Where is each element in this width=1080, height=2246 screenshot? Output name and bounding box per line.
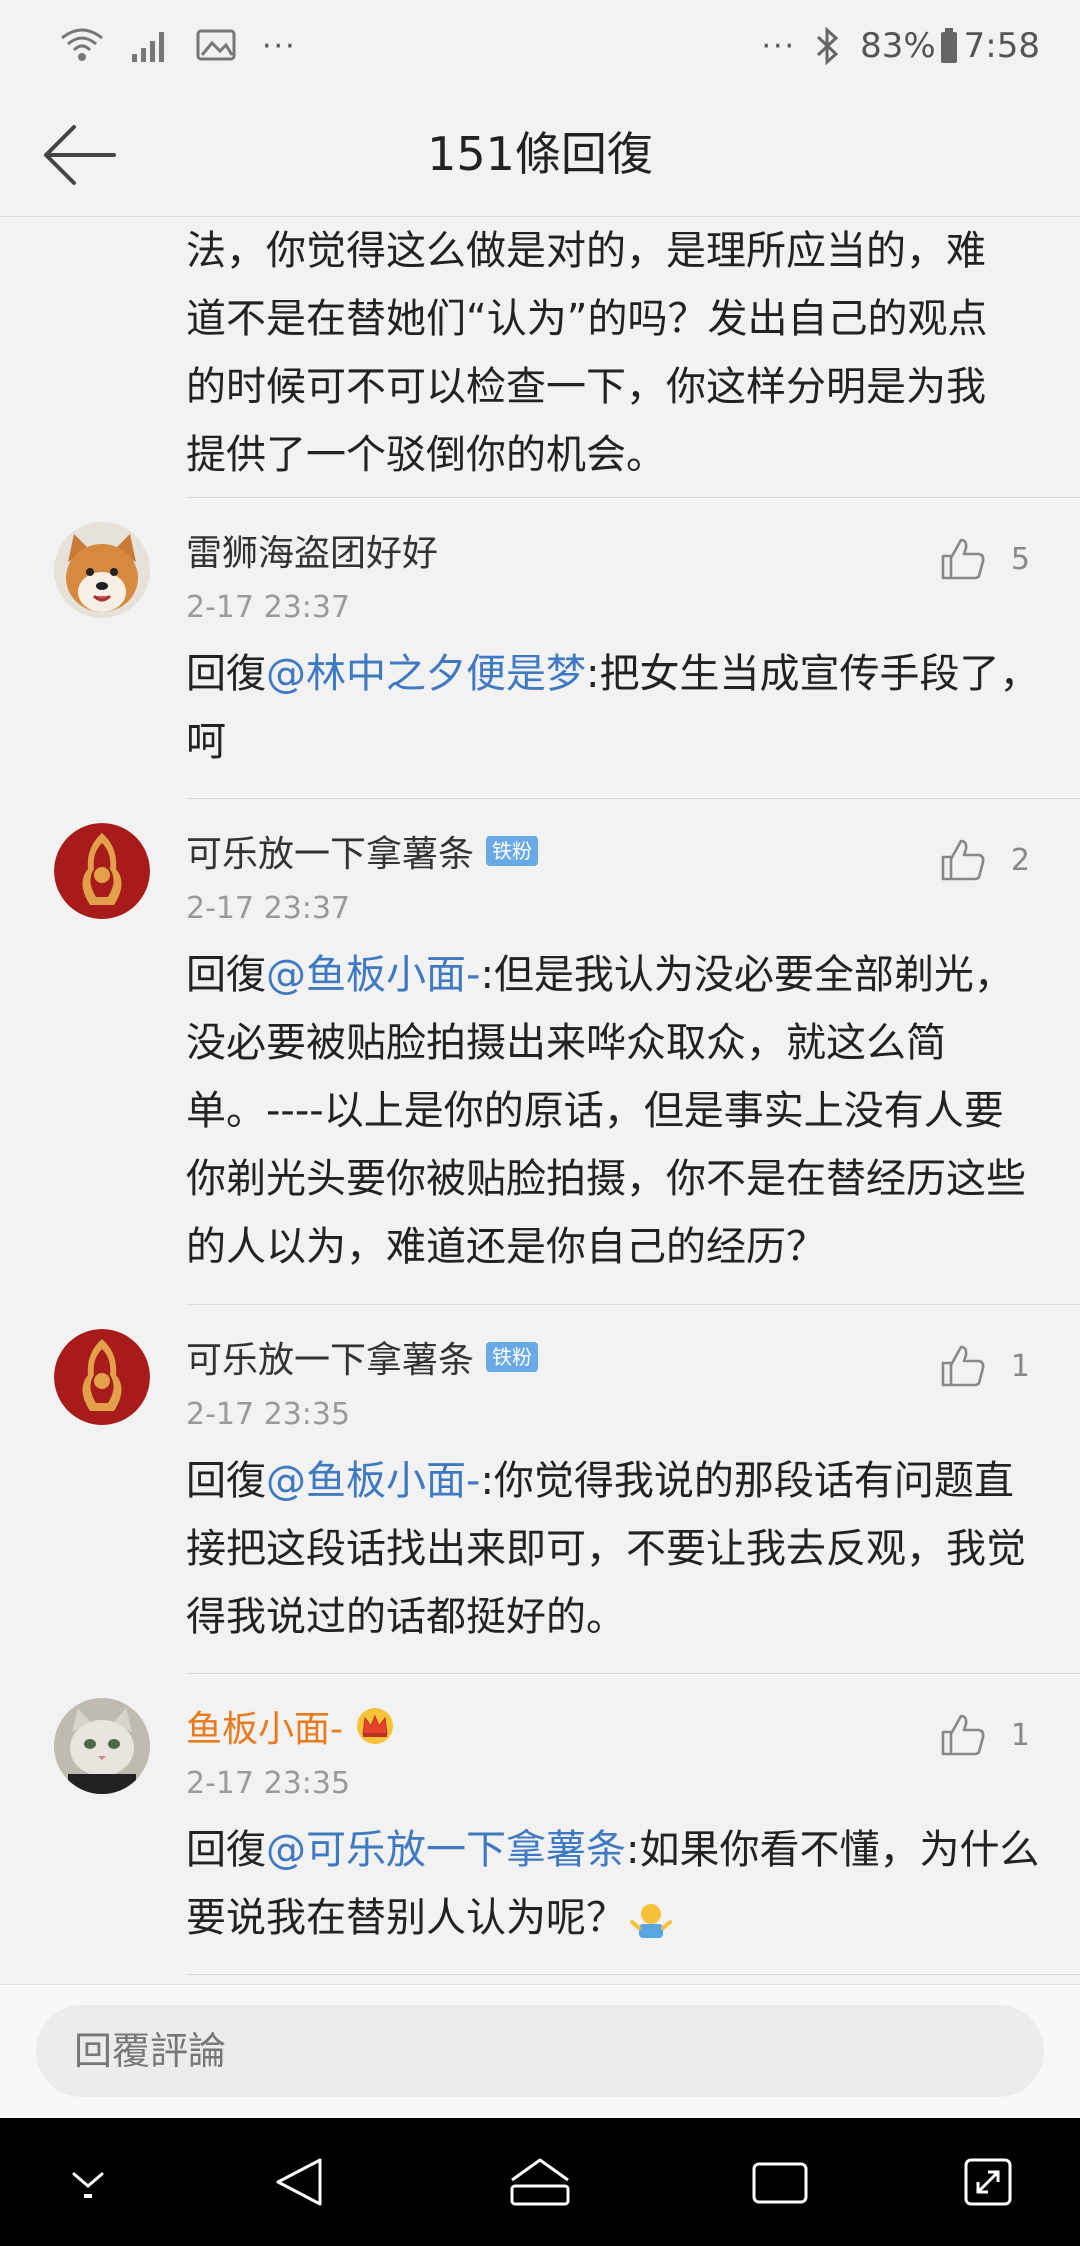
status-right: ··· 83% 7:58 <box>761 22 1040 70</box>
recents-nav-icon[interactable] <box>750 2158 810 2208</box>
comment-list[interactable]: 法，你觉得这么做是对的，是理所应当的，难 道不是在替她们“认为”的吗？发出自己的… <box>0 217 1080 1975</box>
thumbs-up-icon <box>941 839 985 881</box>
reply-input[interactable]: 回覆評論 <box>36 2005 1044 2097</box>
mention-link[interactable]: @鱼板小面- <box>266 1458 480 1504</box>
timestamp: 2-17 23:37 <box>186 891 351 926</box>
username[interactable]: 可乐放一下拿薯条 <box>186 1331 474 1383</box>
comment-text: 回復@鱼板小面-:但是我认为没必要全部剃光，没必要被贴脸拍摄出来哗众取众，就这么… <box>186 941 1040 1281</box>
mention-link[interactable]: @林中之夕便是梦 <box>266 651 586 697</box>
comment-item[interactable]: 1 可乐放一下拿薯条 铁粉 2-17 23:35 回復@鱼板小面-:你觉得我说的… <box>0 1305 1080 1673</box>
home-nav-icon[interactable] <box>508 2154 572 2210</box>
fan-badge: 铁粉 <box>486 836 539 866</box>
battery-icon <box>940 28 957 63</box>
mention-link[interactable]: @鱼板小面- <box>266 952 480 998</box>
reply-prefix: 回復 <box>186 651 266 697</box>
comment-text: 回復@鱼板小面-:你觉得我说的那段话有问题直接把这段话找出来即可，不要让我去反观… <box>186 1447 1040 1651</box>
like-count: 2 <box>1010 842 1030 878</box>
reply-bar: 回覆評論 <box>0 1984 1080 2119</box>
wifi-icon <box>61 28 103 61</box>
navigation-bar <box>0 2118 1080 2246</box>
username[interactable]: 鱼板小面- <box>186 1700 343 1752</box>
username[interactable]: 雷狮海盗团好好 <box>186 524 438 576</box>
like-count: 1 <box>1010 1348 1030 1384</box>
back-button[interactable] <box>40 120 120 190</box>
back-nav-icon[interactable] <box>272 2154 328 2210</box>
timestamp: 2-17 23:37 <box>186 590 351 625</box>
like-button[interactable]: 1 <box>939 1343 1030 1389</box>
reply-prefix: 回復 <box>186 952 266 998</box>
comment-item[interactable]: 1 鱼板小面- 2-17 23:35 回復@可乐放一下拿薯条:如果你看不懂，为什… <box>0 1674 1080 1974</box>
mention-link[interactable]: @可乐放一下拿薯条 <box>266 1827 626 1873</box>
thumbs-up-icon <box>941 538 985 580</box>
avatar[interactable] <box>54 823 150 919</box>
thumbs-up-icon <box>941 1714 985 1756</box>
timestamp: 2-17 23:35 <box>186 1766 351 1801</box>
clock: 7:58 <box>963 26 1040 66</box>
ornament-avatar-icon <box>54 823 150 919</box>
cat-avatar-icon <box>54 1698 150 1794</box>
signal-icon <box>132 32 164 62</box>
shiba-avatar-icon <box>54 522 150 618</box>
partial-comment-text: 法，你觉得这么做是对的，是理所应当的，难 道不是在替她们“认为”的吗？发出自己的… <box>186 228 988 478</box>
hide-keyboard-icon[interactable] <box>66 2160 110 2204</box>
expand-screen-icon[interactable] <box>962 2156 1014 2208</box>
partial-comment: 法，你觉得这么做是对的，是理所应当的，难 道不是在替她们“认为”的吗？发出自己的… <box>0 217 1080 497</box>
comment-text: 回復@林中之夕便是梦:把女生当成宣传手段了，呵 <box>186 640 1040 776</box>
timestamp: 2-17 23:35 <box>186 1397 351 1432</box>
avatar[interactable] <box>54 522 150 618</box>
status-more-dots: ··· <box>262 28 297 64</box>
comment-body: :但是我认为没必要全部剃光，没必要被贴脸拍摄出来哗众取众，就这么简单。----以… <box>186 952 1026 1270</box>
gallery-icon <box>196 29 236 61</box>
page-title: 151條回復 <box>427 127 653 181</box>
avatar[interactable] <box>54 1698 150 1794</box>
ornament-avatar-icon <box>54 1329 150 1425</box>
username[interactable]: 可乐放一下拿薯条 <box>186 825 474 877</box>
shrug-emoji-icon <box>630 1904 672 1938</box>
comment-text: 回復@可乐放一下拿薯条:如果你看不懂，为什么要说我在替别人认为呢？ <box>186 1816 1040 1952</box>
like-button[interactable]: 2 <box>939 837 1030 883</box>
arrow-left-icon <box>44 125 116 185</box>
bluetooth-icon <box>817 26 839 66</box>
divider <box>186 1974 1080 1975</box>
like-count: 1 <box>1010 1717 1030 1753</box>
crown-icon <box>357 1708 393 1744</box>
like-button[interactable]: 1 <box>939 1712 1030 1758</box>
header: 151條回復 <box>0 92 1080 217</box>
comment-item[interactable]: 2 可乐放一下拿薯条 铁粉 2-17 23:37 回復@鱼板小面-:但是我认为没… <box>0 799 1080 1304</box>
status-bar: ··· ··· 83% 7:58 <box>0 0 1080 92</box>
status-notification-dots: ··· <box>761 28 797 64</box>
reply-prefix: 回復 <box>186 1827 266 1873</box>
comment-item[interactable]: 5 雷狮海盗团好好 2-17 23:37 回復@林中之夕便是梦:把女生当成宣传手… <box>0 498 1080 798</box>
reply-prefix: 回復 <box>186 1458 266 1504</box>
status-left-icons: ··· <box>60 22 297 70</box>
avatar[interactable] <box>54 1329 150 1425</box>
fan-badge: 铁粉 <box>486 1342 539 1372</box>
like-count: 5 <box>1010 541 1030 577</box>
battery-percent: 83% <box>860 26 936 66</box>
like-button[interactable]: 5 <box>939 536 1030 582</box>
thumbs-up-icon <box>941 1345 985 1387</box>
